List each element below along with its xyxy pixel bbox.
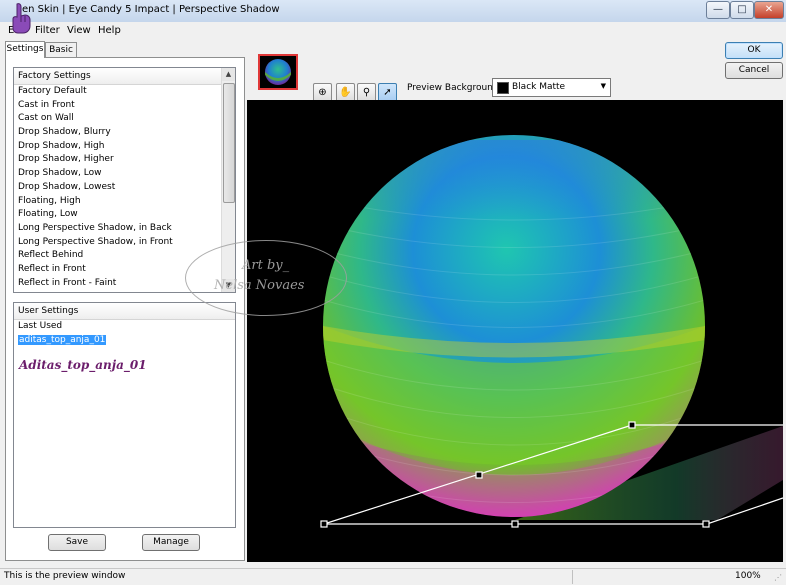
menu-bar: Ed Filter View Help	[0, 22, 786, 40]
manage-button-label: Manage	[153, 537, 189, 547]
factory-settings-items: Factory Default Cast in Front Cast on Wall…	[14, 85, 221, 290]
factory-preset-item[interactable]: Cast in Front	[14, 99, 221, 113]
navigator-icon: ⊕	[318, 87, 327, 98]
user-preset-item[interactable]: Last Used	[14, 320, 234, 334]
maximize-icon: □	[737, 4, 747, 15]
status-divider	[572, 570, 573, 584]
factory-preset-item[interactable]: Drop Shadow, Blurry	[14, 126, 221, 140]
user-preset-item[interactable]: aditas_top_anja_01	[14, 334, 234, 348]
preview-canvas	[320, 135, 783, 528]
close-icon: ✕	[764, 4, 774, 15]
factory-preset-item[interactable]: Drop Shadow, Low	[14, 167, 221, 181]
factory-preset-item[interactable]: Floating, High	[14, 195, 221, 209]
factory-preset-item[interactable]: Drop Shadow, Lowest	[14, 181, 221, 195]
title-bar: en Skin | Eye Candy 5 Impact | Perspecti…	[0, 0, 786, 23]
manage-button[interactable]: Manage	[142, 534, 200, 551]
tab-settings[interactable]: Settings	[5, 41, 45, 58]
cancel-button[interactable]: Cancel	[725, 62, 783, 79]
minimize-icon: —	[713, 4, 723, 15]
save-button[interactable]: Save	[48, 534, 106, 551]
tab-basic-label: Basic	[49, 45, 73, 55]
scroll-up-icon[interactable]: ▲	[222, 68, 235, 81]
thumbnail-sphere-icon	[265, 59, 291, 85]
hand-icon: ✋	[339, 87, 352, 98]
preset-name-annotation: Aditas_top_anja_01	[19, 358, 147, 372]
menu-filter[interactable]: Filter	[35, 25, 60, 36]
preview-background-label: Preview Background:	[407, 83, 502, 93]
menu-view[interactable]: View	[67, 25, 91, 36]
window-title: en Skin | Eye Candy 5 Impact | Perspecti…	[22, 4, 280, 15]
ok-button-label: OK	[747, 45, 761, 55]
user-preset-label: Last Used	[18, 321, 63, 331]
cancel-button-label: Cancel	[738, 65, 770, 75]
menu-help[interactable]: Help	[98, 25, 121, 36]
resize-grip-icon[interactable]: ⋰	[774, 573, 782, 582]
factory-preset-item[interactable]: Long Perspective Shadow, in Back	[14, 222, 221, 236]
chevron-down-icon: ▼	[600, 82, 606, 90]
preview-window[interactable]	[247, 100, 783, 562]
user-settings-list[interactable]: User Settings Last Used aditas_top_anja_0…	[13, 302, 236, 528]
factory-preset-item[interactable]: Drop Shadow, Higher	[14, 153, 221, 167]
pointing-hand-icon	[12, 3, 31, 34]
factory-preset-item[interactable]: Cast on Wall	[14, 112, 221, 126]
status-text: This is the preview window	[4, 571, 126, 581]
ok-button[interactable]: OK	[725, 42, 783, 59]
user-settings-header: User Settings	[14, 303, 235, 320]
watermark-line-1: Art by_	[242, 258, 290, 273]
preview-background-select[interactable]: Black Matte ▼	[492, 78, 611, 97]
factory-preset-item[interactable]: Long Perspective Shadow, in Front	[14, 236, 221, 250]
watermark-line-2: Nelsa Novaes	[214, 278, 305, 293]
color-swatch	[497, 82, 509, 94]
user-settings-items: Last Used aditas_top_anja_01	[14, 320, 234, 347]
factory-preset-item[interactable]: Factory Default	[14, 85, 221, 99]
preview-background-value: Black Matte	[512, 82, 566, 92]
factory-settings-header: Factory Settings	[14, 68, 235, 85]
arrow-pointer-icon: ➚	[383, 87, 392, 98]
factory-preset-item[interactable]: Drop Shadow, High	[14, 140, 221, 154]
zoom-level: 100%	[735, 571, 761, 581]
scroll-thumb[interactable]	[223, 83, 235, 203]
tab-basic[interactable]: Basic	[45, 42, 77, 58]
save-button-label: Save	[65, 537, 89, 547]
zoom-icon: ⚲	[362, 87, 371, 98]
minimize-button[interactable]: —	[706, 1, 730, 19]
navigator-thumbnail[interactable]	[258, 54, 298, 90]
close-button[interactable]: ✕	[754, 1, 784, 19]
factory-preset-item[interactable]: Reflect Behind	[14, 249, 221, 263]
user-preset-label: aditas_top_anja_01	[18, 334, 107, 345]
status-bar: This is the preview window 100% ⋰	[0, 568, 786, 585]
factory-preset-item[interactable]: Floating, Low	[14, 208, 221, 222]
maximize-button[interactable]: □	[730, 1, 754, 19]
tab-settings-label: Settings	[6, 44, 44, 54]
